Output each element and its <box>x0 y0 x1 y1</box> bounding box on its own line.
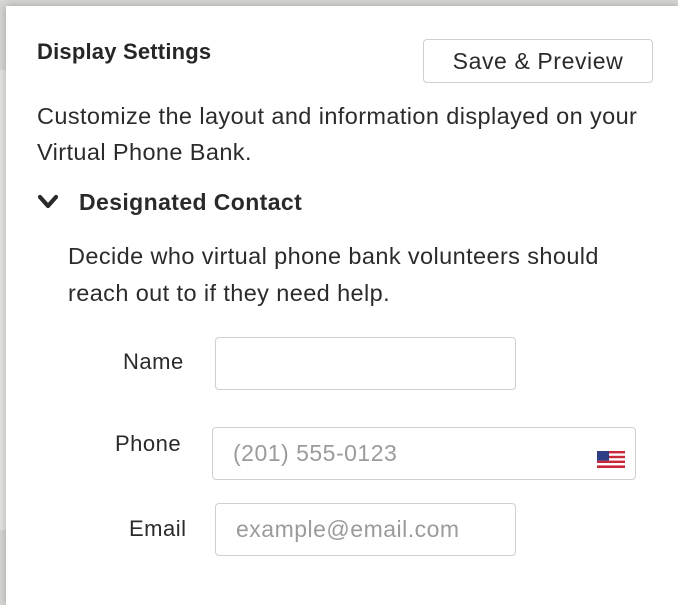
chevron-down-icon <box>37 194 59 209</box>
email-input[interactable] <box>215 503 516 556</box>
panel-description: Customize the layout and information dis… <box>37 103 638 165</box>
email-label: Email <box>129 516 187 541</box>
designated-contact-toggle[interactable]: Designated Contact <box>37 186 302 218</box>
section-description: Decide who virtual phone bank volunteers… <box>68 243 599 306</box>
name-input[interactable] <box>215 337 516 390</box>
phone-label: Phone <box>115 431 182 456</box>
display-settings-panel: Display Settings Save & Preview Customiz… <box>6 6 678 605</box>
save-preview-button[interactable]: Save & Preview <box>423 39 653 83</box>
section-title: Designated Contact <box>79 188 303 215</box>
us-flag-icon[interactable] <box>597 451 625 468</box>
phone-input[interactable] <box>212 427 636 480</box>
panel-title: Display Settings <box>37 39 212 64</box>
name-label: Name <box>123 349 184 374</box>
